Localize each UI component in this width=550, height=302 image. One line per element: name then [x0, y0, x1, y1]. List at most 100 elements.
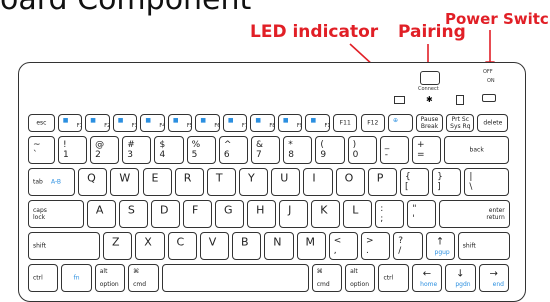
key-num-0[interactable]: ~ ` — [28, 136, 55, 164]
key-top-label: " — [412, 204, 417, 214]
key-num-11[interactable]: _ - — [379, 136, 409, 164]
key-z-10[interactable]: ? / — [393, 232, 423, 260]
key-bottom-8[interactable]: ← home — [411, 264, 443, 292]
key-z-8[interactable]: <, — [328, 232, 358, 260]
key-a-3[interactable]: D — [150, 200, 180, 228]
key-q-10[interactable]: P — [367, 168, 397, 196]
key-a-8[interactable]: K — [311, 200, 341, 228]
key-z-1[interactable]: Z — [103, 232, 133, 260]
key-q-5[interactable]: T — [206, 168, 237, 196]
key-num-4[interactable]: $4 — [154, 136, 184, 164]
key-label: Q — [87, 171, 96, 185]
key-fn-8[interactable]: ■ F8 — [250, 114, 275, 132]
key-label: F7 — [241, 123, 248, 129]
key-fn-13[interactable]: ⊕ — [388, 114, 413, 132]
key-q-2[interactable]: W — [110, 168, 140, 196]
key-a-5[interactable]: G — [215, 200, 245, 228]
key-a-7[interactable]: J — [279, 200, 309, 228]
key-num-6[interactable]: ^ 6 — [218, 136, 249, 164]
key-z-5[interactable]: B — [232, 232, 262, 260]
key-num-12[interactable]: + = — [411, 136, 442, 164]
key-label: L — [352, 203, 359, 217]
key-fn-2[interactable]: ■ F2 — [85, 114, 110, 132]
key-fn-5[interactable]: ■ F5 — [167, 114, 193, 132]
key-q-11[interactable]: {[ — [399, 168, 430, 196]
key-bottom-0[interactable]: ctrl — [28, 264, 59, 292]
key-q-8[interactable]: I — [303, 168, 333, 196]
key-label: W — [119, 171, 131, 185]
key-fn-12[interactable]: F12 — [360, 114, 386, 132]
key-bottom-6[interactable]: alt option — [345, 264, 376, 292]
key-fn-14[interactable]: Pause Break — [415, 114, 444, 132]
key-q-3[interactable]: E — [142, 168, 172, 196]
key-bottom-5[interactable]: ⌘ cmd — [311, 264, 343, 292]
pairing-button[interactable] — [420, 71, 440, 85]
key-num-7[interactable]: & 7 — [251, 136, 281, 164]
key-top-label: ^ — [223, 140, 232, 150]
key-num-8[interactable]: * 8 — [283, 136, 313, 164]
key-q-0[interactable]: tab A-B — [28, 168, 76, 196]
key-top-label: alt — [350, 268, 358, 275]
key-fn-1[interactable]: ■ F1 — [57, 114, 83, 132]
key-num-13[interactable]: back — [444, 136, 510, 164]
key-z-6[interactable]: N — [264, 232, 294, 260]
key-z-2[interactable]: X — [135, 232, 165, 260]
key-a-1[interactable]: A — [86, 200, 116, 228]
key-a-12[interactable]: enter return — [439, 200, 510, 228]
key-num-2[interactable]: @2 — [90, 136, 120, 164]
key-q-13[interactable]: | \ — [464, 168, 510, 196]
key-bottom-label: - — [384, 150, 388, 160]
key-fn-7[interactable]: ■ F7 — [222, 114, 248, 132]
key-label: F11 — [339, 119, 351, 127]
key-q-12[interactable]: }] — [432, 168, 462, 196]
key-a-11[interactable]: " ' — [407, 200, 437, 228]
key-z-7[interactable]: M — [296, 232, 326, 260]
key-bottom-7[interactable]: ctrl — [378, 264, 409, 292]
key-a-0[interactable]: caps lock — [28, 200, 84, 228]
key-bottom-1[interactable]: fn — [61, 264, 92, 292]
key-bottom-label: 5 — [191, 150, 198, 160]
key-fn-10[interactable]: ■ F10 — [305, 114, 330, 132]
key-fn-3[interactable]: ■ F3 — [112, 114, 138, 132]
key-q-7[interactable]: U — [271, 168, 301, 196]
key-num-1[interactable]: ! 1 — [57, 136, 88, 164]
key-bottom-9[interactable]: ↓ pgdn — [445, 264, 476, 292]
key-z-4[interactable]: V — [199, 232, 229, 260]
key-a-10[interactable]: :; — [375, 200, 405, 228]
key-fn-6[interactable]: ■ F6 — [195, 114, 220, 132]
power-switch[interactable] — [482, 94, 496, 102]
key-z-12[interactable]: shift — [457, 232, 510, 260]
key-q-1[interactable]: Q — [78, 168, 108, 196]
key-z-0[interactable]: shift — [28, 232, 100, 260]
key-num-5[interactable]: % 5 — [186, 136, 216, 164]
key-a-4[interactable]: F — [183, 200, 213, 228]
menu-icon: ■ — [117, 117, 124, 124]
key-z-11[interactable]: ↑ pgup — [425, 232, 455, 260]
key-z-3[interactable]: C — [167, 232, 197, 260]
key-top-label: ~ — [33, 140, 41, 150]
key-bottom-4[interactable] — [161, 264, 309, 292]
key-q-9[interactable]: O — [335, 168, 365, 196]
key-label: Prt Sc Sys Rq — [450, 116, 471, 130]
key-a-6[interactable]: H — [247, 200, 277, 228]
key-bottom-3[interactable]: ⌘ cmd — [128, 264, 159, 292]
key-label: V — [208, 235, 217, 249]
key-q-4[interactable]: R — [174, 168, 204, 196]
key-a-2[interactable]: S — [118, 200, 148, 228]
key-z-9[interactable]: >. — [361, 232, 391, 260]
key-bottom-label: 8 — [288, 150, 294, 160]
key-num-3[interactable]: #3 — [122, 136, 152, 164]
key-num-10[interactable]: ) 0 — [347, 136, 377, 164]
key-a-9[interactable]: L — [343, 200, 373, 228]
key-bottom-2[interactable]: alt option — [94, 264, 126, 292]
key-fn-4[interactable]: ■ F4 — [140, 114, 165, 132]
key-fn-15[interactable]: Prt Sc Sys Rq — [446, 114, 475, 132]
key-label: F6 — [214, 123, 220, 129]
key-fn-16[interactable]: delete — [477, 114, 509, 132]
key-fn-11[interactable]: F11 — [332, 114, 358, 132]
key-q-6[interactable]: Y — [239, 168, 269, 196]
key-bottom-10[interactable]: → end — [478, 264, 509, 292]
key-fn-9[interactable]: ■ F9 — [277, 114, 303, 132]
key-fn-0[interactable]: esc — [28, 114, 55, 132]
key-num-9[interactable]: (9 — [315, 136, 345, 164]
